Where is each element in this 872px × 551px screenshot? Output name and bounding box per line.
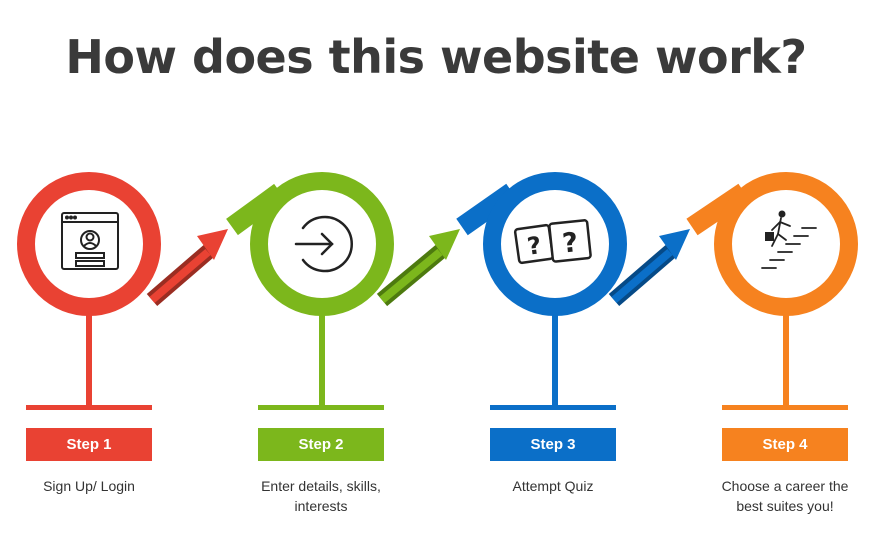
step-3-node: ? ? bbox=[483, 172, 627, 410]
process-flow: ? ? bbox=[17, 172, 858, 410]
step-1-description: Sign Up/ Login bbox=[43, 478, 135, 494]
step-3-label: Step 3 bbox=[490, 428, 616, 461]
step-1-node bbox=[17, 172, 161, 410]
step-4-node bbox=[714, 172, 858, 410]
step-2-label: Step 2 bbox=[258, 428, 384, 461]
step-4-label: Step 4 bbox=[722, 428, 848, 461]
step-2-node bbox=[250, 172, 394, 410]
step-4-description: Choose a career the best suites you! bbox=[721, 478, 849, 514]
step-3-description: Attempt Quiz bbox=[512, 478, 594, 494]
svg-text:?: ? bbox=[561, 227, 580, 259]
step-2-description: Enter details, skills, interests bbox=[261, 478, 381, 514]
step-1-label: Step 1 bbox=[26, 428, 152, 461]
